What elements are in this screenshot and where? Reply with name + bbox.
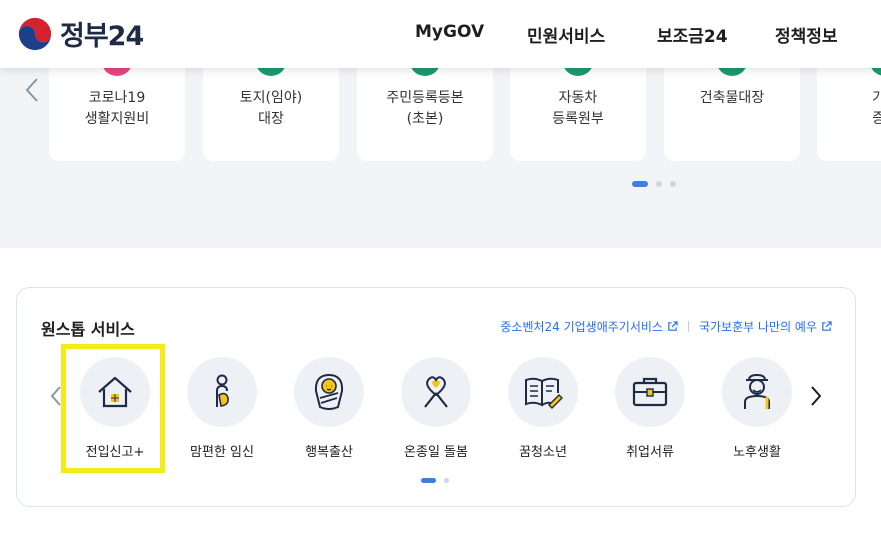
service-card-label: 건축물대장: [699, 90, 765, 106]
service-card-label: 자동차 등록원부: [552, 90, 604, 127]
highlight-box: [61, 344, 165, 473]
service-card[interactable]: 건축물대장: [664, 68, 800, 161]
nav-mygov[interactable]: MyGOV: [415, 22, 484, 42]
taegeuk-logo-icon: [16, 15, 54, 52]
page-dot-active[interactable]: [632, 181, 648, 187]
service-label: 취업서류: [626, 445, 674, 460]
baby-icon: [314, 373, 344, 410]
service-icon: [870, 68, 881, 76]
onestop-item-pregnancy[interactable]: 맘편한 임신: [177, 357, 267, 460]
service-label: 행복출산: [305, 445, 353, 460]
service-label: 꿈청소년: [519, 445, 567, 460]
external-link-icon: [822, 321, 832, 331]
service-icon-circle: [294, 357, 364, 427]
page-dot-active[interactable]: [421, 478, 436, 483]
service-icon-circle: [187, 357, 257, 427]
page-dot[interactable]: [670, 181, 676, 187]
service-icon-circle: [508, 357, 578, 427]
service-card[interactable]: 토지(임야) 대장: [203, 68, 339, 161]
onestop-item-youth[interactable]: 꿈청소년: [498, 357, 588, 460]
onestop-item-retirement[interactable]: 노후생활: [712, 357, 802, 460]
carousel-prev-icon[interactable]: [22, 76, 44, 104]
book-pencil-icon: [525, 377, 563, 409]
service-label: 노후생활: [733, 445, 781, 460]
service-card-label: 주민등록등본 (초본): [386, 90, 464, 127]
carousel-pagination: [632, 181, 676, 187]
sme-lifecycle-link[interactable]: 중소벤처24 기업생애주기서비스: [500, 318, 678, 335]
onestop-item-birth[interactable]: 행복출산: [284, 357, 374, 460]
service-card[interactable]: 주민등록등본 (초본): [357, 68, 493, 161]
next-arrow-icon[interactable]: [809, 384, 823, 408]
briefcase-icon: [632, 377, 668, 407]
elder-icon: [744, 373, 770, 409]
service-card[interactable]: 자동차 등록원부: [510, 68, 646, 161]
ribbon-heart-icon: [424, 376, 448, 408]
logo[interactable]: 정부24: [16, 14, 144, 53]
pregnant-icon: [216, 374, 229, 407]
service-icon: [563, 68, 593, 76]
service-card-label: 코로나19 생활지원비: [84, 90, 150, 127]
service-card[interactable]: 코로나19 생활지원비: [49, 68, 185, 161]
service-icon-circle: [615, 357, 685, 427]
service-icon: [717, 68, 747, 76]
popular-services-carousel: 코로나19 생활지원비 토지(임야) 대장 주민등록등본 (초본) 자동차 등록원부 건…: [0, 68, 881, 248]
service-card[interactable]: 가족증명: [817, 68, 881, 161]
nav-policy-info[interactable]: 정책정보: [775, 22, 838, 47]
veterans-link[interactable]: 국가보훈부 나만의 예우: [699, 318, 832, 335]
service-card-label: 토지(임야) 대장: [239, 90, 303, 127]
service-icon: [102, 68, 132, 76]
service-icon: [256, 68, 286, 76]
section-title: 원스톱 서비스: [41, 320, 135, 339]
service-label: 온종일 돌봄: [404, 445, 468, 460]
brand-name: 정부24: [60, 21, 144, 52]
service-card-label: 가족증명: [872, 90, 881, 127]
link-label: 국가보훈부 나만의 예우: [698, 320, 817, 334]
nav-subsidy24[interactable]: 보조금24: [657, 22, 728, 47]
onestop-item-all-day-care[interactable]: 온종일 돌봄: [391, 357, 481, 460]
external-links: 중소벤처24 기업생애주기서비스 국가보훈부 나만의 예우: [500, 318, 832, 335]
link-label: 중소벤처24 기업생애주기서비스: [500, 320, 663, 334]
external-link-icon: [668, 321, 678, 331]
onestop-item-employment-docs[interactable]: 취업서류: [605, 357, 695, 460]
service-icon-circle: [722, 357, 792, 427]
divider: [687, 321, 689, 332]
service-icon-circle: [401, 357, 471, 427]
nav-civil-services[interactable]: 민원서비스: [527, 22, 605, 47]
service-icon: [410, 68, 440, 76]
site-header: 정부24 MyGOV 민원서비스 보조금24 정책정보: [0, 0, 881, 68]
page-dot[interactable]: [656, 181, 662, 187]
page-dot[interactable]: [444, 478, 449, 483]
service-label: 맘편한 임신: [190, 445, 254, 460]
onestop-pagination: [421, 478, 449, 483]
